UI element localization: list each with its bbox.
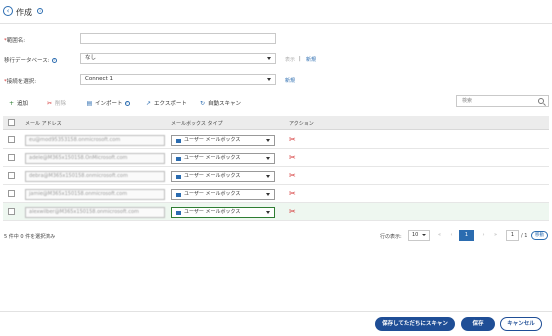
export-icon: ↗ xyxy=(145,99,152,107)
new-connection-link[interactable]: 新規 xyxy=(285,77,295,84)
mailbox-type-select[interactable]: ユーザー メールボックス xyxy=(171,189,275,200)
row-checkbox[interactable] xyxy=(8,208,15,215)
email-field[interactable]: eu@mod95353158.onmicrosoft.com xyxy=(25,135,165,146)
current-page-button[interactable]: 1 xyxy=(459,230,474,241)
action-column-header: アクション xyxy=(289,121,314,127)
search-input[interactable]: 検索 xyxy=(456,95,549,107)
email-column-header: メール アドレス xyxy=(25,121,62,127)
select-all-checkbox[interactable] xyxy=(8,119,15,126)
table-row[interactable]: eu@mod95353158.onmicrosoft.com ユーザー メールボ… xyxy=(3,131,549,149)
email-field[interactable]: jamie@M365x150158.onmicrosoft.com xyxy=(25,189,165,200)
row-checkbox[interactable] xyxy=(8,172,15,179)
chevron-down-icon xyxy=(266,139,270,142)
email-field[interactable]: debra@M365x150158.onmicrosoft.com xyxy=(25,171,165,182)
save-button[interactable]: 保存 xyxy=(461,317,495,331)
export-button[interactable]: ↗ エクスポート xyxy=(145,98,187,108)
refresh-icon: ↻ xyxy=(199,99,206,107)
chevron-down-icon xyxy=(266,157,270,160)
mail-icon xyxy=(176,157,181,161)
import-button[interactable]: ▤ インポート i xyxy=(86,98,130,108)
first-page-button[interactable]: « xyxy=(434,230,445,241)
row-checkbox[interactable] xyxy=(8,136,15,143)
selection-status: 5 件中 0 件を選択済み xyxy=(4,234,56,240)
email-field[interactable]: alexwilber@M365x150158.onmicrosoft.com xyxy=(25,207,165,218)
next-page-button[interactable]: › xyxy=(478,230,489,241)
page-number-input[interactable]: 1 xyxy=(506,230,519,241)
mail-icon xyxy=(176,193,181,197)
delete-row-icon[interactable]: ✂ xyxy=(289,171,296,180)
delete-row-icon[interactable]: ✂ xyxy=(289,189,296,198)
mail-icon xyxy=(176,139,181,143)
page-size-select[interactable]: 10 xyxy=(408,230,430,241)
range-name-label: *範囲名: xyxy=(4,38,26,44)
rows-per-page-label: 行の表示: xyxy=(380,234,402,240)
chevron-down-icon xyxy=(266,211,270,214)
go-button[interactable]: 移動 xyxy=(531,231,548,240)
chevron-down-icon xyxy=(267,78,271,81)
mailbox-type-select[interactable]: ユーザー メールボックス xyxy=(171,153,275,164)
row-checkbox[interactable] xyxy=(8,154,15,161)
mailbox-type-select[interactable]: ユーザー メールボックス xyxy=(171,135,275,146)
delete-row-icon[interactable]: ✂ xyxy=(289,135,296,144)
mailbox-type-select[interactable]: ユーザー メールボックス xyxy=(171,207,275,218)
link-separator: | xyxy=(299,56,301,62)
mailbox-type-column-header: メールボックス タイプ xyxy=(171,121,223,127)
email-field[interactable]: adele@M365x150158.OnMicrosoft.com xyxy=(25,153,165,164)
import-icon: ▤ xyxy=(86,99,93,107)
chevron-down-icon xyxy=(267,57,271,60)
mail-icon xyxy=(176,175,181,179)
search-icon[interactable] xyxy=(538,98,544,104)
info-icon[interactable]: i xyxy=(37,8,43,14)
table-row[interactable]: adele@M365x150158.OnMicrosoft.com ユーザー メ… xyxy=(3,149,549,167)
table-row[interactable]: debra@M365x150158.onmicrosoft.com ユーザー メ… xyxy=(3,167,549,185)
delete-row-icon[interactable]: ✂ xyxy=(289,207,296,216)
delete-row-icon[interactable]: ✂ xyxy=(289,153,296,162)
table-header: メール アドレス メールボックス タイプ アクション xyxy=(3,116,549,130)
total-pages: / 1 xyxy=(521,233,528,239)
mailbox-type-select[interactable]: ユーザー メールボックス xyxy=(171,171,275,182)
mail-icon xyxy=(176,211,181,215)
last-page-button[interactable]: » xyxy=(490,230,501,241)
save-and-scan-button[interactable]: 保存してただちにスキャン xyxy=(375,317,455,331)
info-icon: i xyxy=(124,100,130,106)
back-arrow-icon[interactable]: ‹ xyxy=(3,6,13,16)
chevron-down-icon xyxy=(422,234,426,236)
plus-icon: + xyxy=(8,99,15,107)
cancel-button[interactable]: キャンセル xyxy=(500,317,542,331)
connection-label: *接続を選択: xyxy=(4,79,37,85)
connection-select[interactable]: Connect 1 xyxy=(80,74,276,85)
add-button[interactable]: + 追加 xyxy=(8,98,28,108)
chevron-down-icon xyxy=(266,175,270,178)
new-db-link[interactable]: 新規 xyxy=(306,56,316,63)
chevron-down-icon xyxy=(266,193,270,196)
delete-x-icon: ✂ xyxy=(46,99,53,107)
migration-db-select[interactable]: なし xyxy=(80,53,276,64)
page-title: 作成 xyxy=(16,8,32,17)
page-header: ‹ 作成 i xyxy=(0,0,552,24)
row-checkbox[interactable] xyxy=(8,190,15,197)
range-name-input[interactable] xyxy=(80,33,276,44)
table-row[interactable]: jamie@M365x150158.onmicrosoft.com ユーザー メ… xyxy=(3,185,549,203)
info-icon: i xyxy=(51,58,57,63)
autoscan-button[interactable]: ↻ 自動スキャン xyxy=(199,98,241,108)
table-row[interactable]: alexwilber@M365x150158.onmicrosoft.com ユ… xyxy=(3,203,549,221)
show-db-link: 表示 xyxy=(285,57,296,63)
prev-page-button[interactable]: ‹ xyxy=(446,230,457,241)
delete-button[interactable]: ✂ 削除 xyxy=(46,98,66,108)
migration-db-label: 移行データベース: i xyxy=(4,56,57,64)
